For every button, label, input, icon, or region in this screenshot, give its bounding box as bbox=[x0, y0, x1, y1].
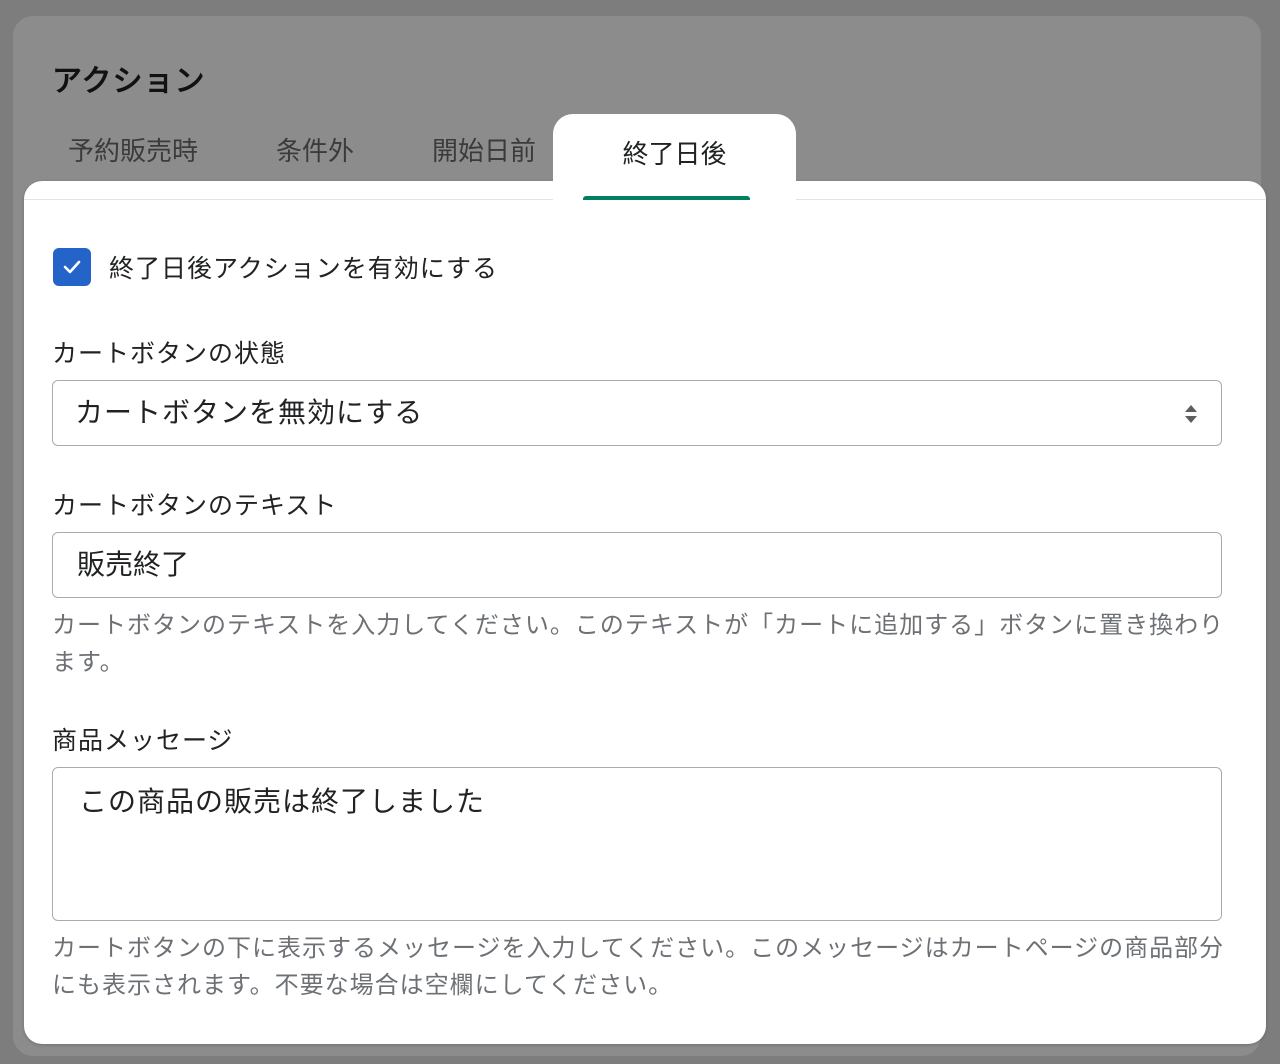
product-message-help: カートボタンの下に表示するメッセージを入力してください。このメッセージはカートペ… bbox=[52, 934, 1225, 999]
tab-out-of-condition[interactable]: 条件外 bbox=[276, 130, 354, 174]
product-message-label: 商品メッセージ bbox=[52, 726, 234, 755]
tab-after-end[interactable]: 終了日後 bbox=[553, 114, 796, 204]
cart-button-text-help: カートボタンのテキストを入力してください。このテキストが「カートに追加する」ボタ… bbox=[52, 611, 1225, 676]
enable-action-label: 終了日後アクションを有効にする bbox=[109, 254, 499, 283]
cart-button-state-label: カートボタンの状態 bbox=[52, 339, 287, 368]
cart-button-state-select[interactable]: カートボタンを無効にする bbox=[52, 380, 1222, 446]
enable-action-checkbox[interactable] bbox=[53, 248, 91, 286]
cart-button-text-input[interactable]: 販売終了 bbox=[52, 532, 1222, 598]
active-tab-indicator bbox=[583, 196, 750, 200]
cart-button-text-label: カートボタンのテキスト bbox=[52, 491, 338, 520]
tab-before-start[interactable]: 開始日前 bbox=[432, 130, 536, 174]
cart-button-state-value: カートボタンを無効にする bbox=[75, 396, 424, 429]
tab-after-end-label: 終了日後 bbox=[622, 140, 727, 170]
section-title: アクション bbox=[52, 64, 206, 99]
product-message-textarea[interactable]: この商品の販売は終了しました bbox=[52, 767, 1222, 921]
select-arrows-icon bbox=[1185, 405, 1197, 423]
tab-panel: 終了日後アクションを有効にする カートボタンの状態 カートボタンを無効にする カ… bbox=[24, 181, 1266, 1044]
tab-preorder[interactable]: 予約販売時 bbox=[68, 130, 198, 174]
enable-action-row: 終了日後アクションを有効にする bbox=[53, 248, 498, 286]
check-icon bbox=[63, 260, 81, 274]
